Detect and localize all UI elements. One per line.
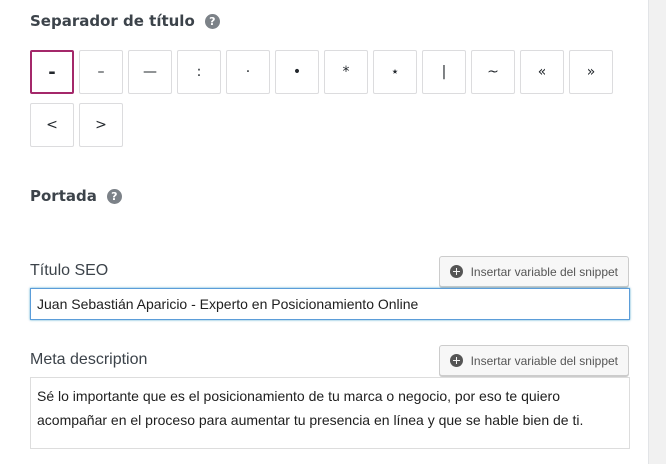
plus-circle-icon	[449, 354, 463, 367]
meta-description-label: Meta description	[30, 351, 148, 368]
separator-option-en-dash[interactable]: –	[79, 50, 123, 94]
separator-title-text: Separador de título	[30, 12, 195, 30]
meta-description-textarea[interactable]: Sé lo importante que es el posicionamien…	[30, 377, 630, 449]
settings-panel: Separador de título ? - – — : · • * ⋆ | …	[0, 0, 649, 464]
separator-section-title: Separador de título ?	[30, 12, 220, 30]
plus-circle-icon	[449, 265, 463, 278]
separator-option-bullet[interactable]: •	[275, 50, 319, 94]
separator-option-tilde[interactable]: ~	[471, 50, 515, 94]
insert-snippet-label: Insertar variable del snippet	[470, 353, 618, 368]
separator-option-star[interactable]: ⋆	[373, 50, 417, 94]
homepage-title-text: Portada	[30, 187, 97, 205]
separator-option-middle-dot[interactable]: ·	[226, 50, 270, 94]
separator-option-em-dash[interactable]: —	[128, 50, 172, 94]
insert-snippet-variable-button[interactable]: Insertar variable del snippet	[438, 345, 629, 376]
insert-snippet-label: Insertar variable del snippet	[470, 264, 618, 279]
separator-option-left-guillemet[interactable]: «	[520, 50, 564, 94]
separator-option-colon[interactable]: :	[177, 50, 221, 94]
separator-option-pipe[interactable]: |	[422, 50, 466, 94]
help-icon[interactable]: ?	[204, 13, 220, 29]
separator-option-less-than[interactable]: <	[30, 103, 74, 147]
seo-title-input[interactable]: Juan Sebastián Aparicio - Experto en Pos…	[30, 288, 630, 320]
separator-option-greater-than[interactable]: >	[79, 103, 123, 147]
seo-title-label: Título SEO	[30, 262, 109, 279]
help-icon[interactable]: ?	[106, 188, 122, 204]
separator-option-right-guillemet[interactable]: »	[569, 50, 613, 94]
separator-option-asterisk[interactable]: *	[324, 50, 368, 94]
separator-option-hyphen[interactable]: -	[30, 50, 74, 94]
insert-snippet-variable-button[interactable]: Insertar variable del snippet	[438, 256, 629, 287]
homepage-section-title: Portada ?	[30, 187, 122, 205]
